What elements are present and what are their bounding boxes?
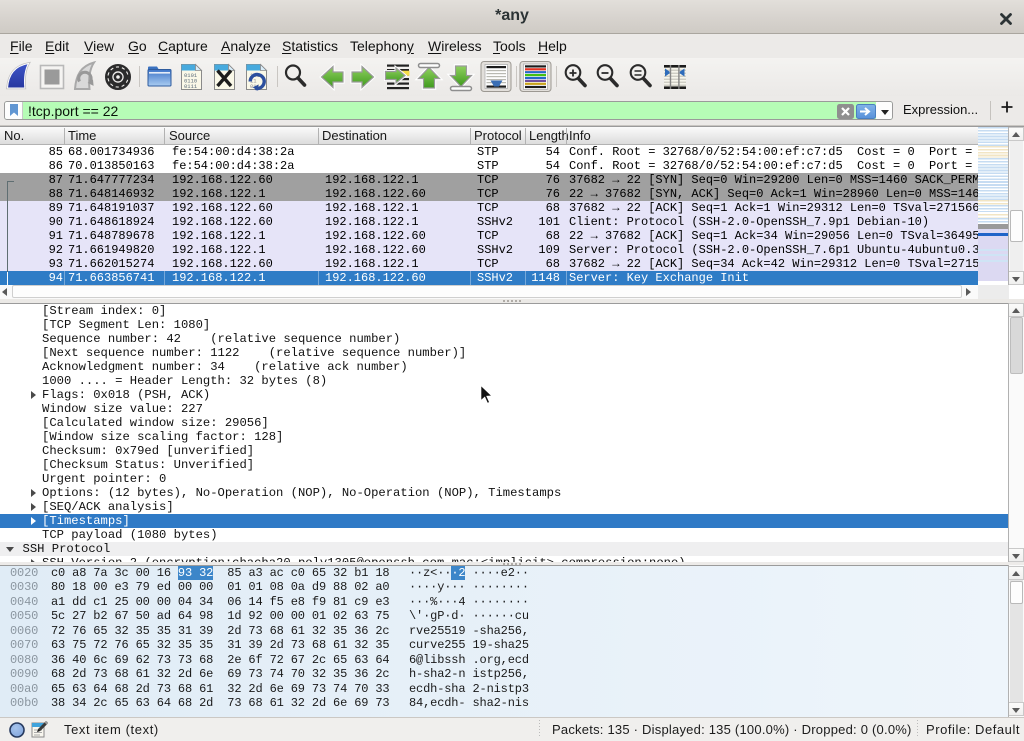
svg-text:0111: 0111 bbox=[184, 83, 198, 90]
